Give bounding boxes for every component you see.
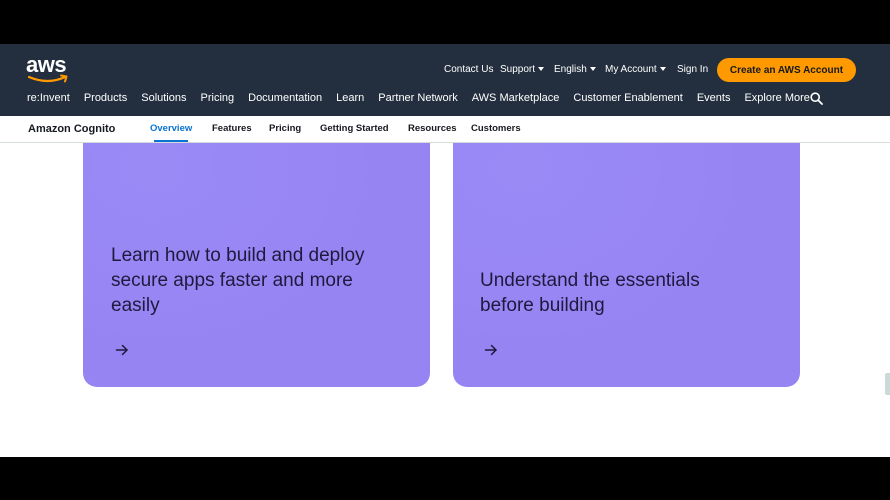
nav-item-explore-more[interactable]: Explore More <box>744 92 809 104</box>
tab-features[interactable]: Features <box>212 123 252 134</box>
card-title-line: easily <box>111 295 160 316</box>
language-label: English <box>554 63 587 75</box>
aws-smile-icon <box>28 74 68 83</box>
nav-item-partner-network[interactable]: Partner Network <box>378 92 457 104</box>
tab-resources[interactable]: Resources <box>408 123 457 134</box>
nav-item-customer-enablement[interactable]: Customer Enablement <box>573 92 682 104</box>
tab-getting-started[interactable]: Getting Started <box>320 123 389 134</box>
aws-logo[interactable]: aws <box>26 54 72 84</box>
letterbox-top <box>0 0 890 44</box>
promo-card-build-deploy[interactable]: Learn how to build and deploy secure app… <box>83 143 430 387</box>
sign-in-link[interactable]: Sign In <box>677 57 708 81</box>
card-title-line: Learn how to build and deploy <box>111 245 365 266</box>
card-title-line: Understand the essentials <box>480 270 700 291</box>
letterbox-bottom <box>0 457 890 500</box>
my-account-label: My Account <box>605 63 657 75</box>
nav-item-pricing[interactable]: Pricing <box>201 92 235 104</box>
create-aws-account-button[interactable]: Create an AWS Account <box>717 58 856 82</box>
arrow-right-icon[interactable] <box>115 343 129 357</box>
nav-item-documentation[interactable]: Documentation <box>248 92 322 104</box>
nav-item-reinvent[interactable]: re:Invent <box>27 92 70 104</box>
support-menu[interactable]: Support <box>500 57 545 81</box>
language-menu[interactable]: English <box>554 57 596 81</box>
promo-card-essentials[interactable]: Understand the essentials before buildin… <box>453 143 800 387</box>
chevron-down-icon <box>589 67 596 71</box>
nav-item-events[interactable]: Events <box>697 92 731 104</box>
sign-in-label: Sign In <box>677 63 709 75</box>
my-account-menu[interactable]: My Account <box>605 57 666 81</box>
product-name[interactable]: Amazon Cognito <box>28 123 115 135</box>
nav-item-solutions[interactable]: Solutions <box>141 92 186 104</box>
card-title-line: before building <box>480 295 605 316</box>
nav-item-products[interactable]: Products <box>84 92 127 104</box>
tab-pricing[interactable]: Pricing <box>269 123 301 134</box>
aws-logo-text: aws <box>26 52 67 77</box>
card-title: Understand the essentials before buildin… <box>480 268 790 318</box>
chevron-down-icon <box>538 67 545 71</box>
contact-us-link[interactable]: Contact Us <box>444 57 493 81</box>
card-gradient <box>453 143 800 387</box>
global-header: aws Contact Us Support English My Accoun… <box>0 44 890 116</box>
scroll-to-top-handle[interactable] <box>885 373 890 395</box>
product-subnav: Amazon Cognito Overview Features Pricing… <box>0 116 890 143</box>
arrow-right-icon[interactable] <box>484 343 498 357</box>
browser-viewport: aws Contact Us Support English My Accoun… <box>0 44 890 457</box>
nav-item-learn[interactable]: Learn <box>336 92 364 104</box>
tab-overview[interactable]: Overview <box>150 123 192 134</box>
card-title: Learn how to build and deploy secure app… <box>111 243 421 318</box>
card-title-line: secure apps faster and more <box>111 270 353 291</box>
contact-us-label: Contact Us <box>444 63 494 75</box>
active-tab-indicator <box>154 140 188 142</box>
main-nav: re:Invent Products Solutions Pricing Doc… <box>27 90 810 106</box>
tab-customers[interactable]: Customers <box>471 123 521 134</box>
chevron-down-icon <box>659 67 666 71</box>
nav-item-aws-marketplace[interactable]: AWS Marketplace <box>472 92 560 104</box>
search-icon[interactable] <box>810 92 823 105</box>
support-label: Support <box>500 63 536 75</box>
